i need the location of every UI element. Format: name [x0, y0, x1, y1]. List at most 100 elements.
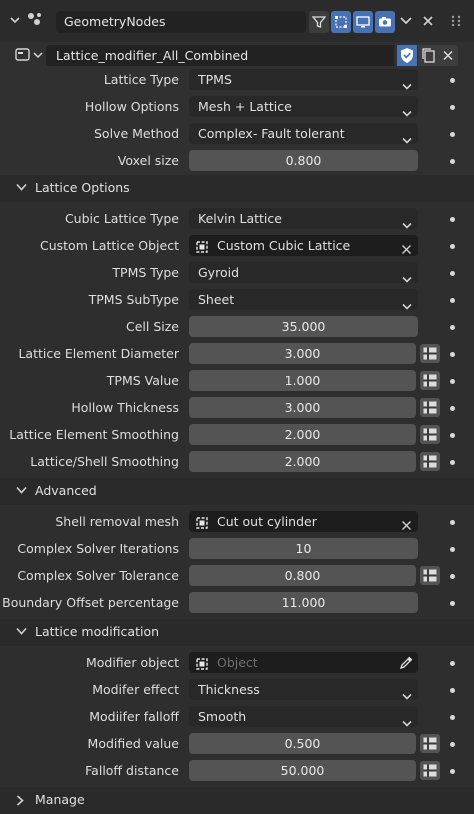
keyframe-dot[interactable]	[450, 547, 455, 552]
render-display-toggle[interactable]	[375, 11, 395, 33]
property-row-hollow-thickness: Hollow Thickness 3.000	[0, 395, 474, 422]
dropdown-chevron-icon	[402, 222, 412, 229]
input-attribute-toggle[interactable]	[420, 344, 440, 363]
dropdown-chevron-icon[interactable]	[399, 15, 413, 27]
keyframe-dot[interactable]	[450, 271, 455, 276]
property-row-cubic-lattice-type: Cubic Lattice Type Kelvin Lattice	[0, 206, 474, 233]
section-header-advanced[interactable]: Advanced	[0, 478, 474, 505]
enum-dropdown[interactable]: Smooth	[189, 706, 418, 727]
enum-dropdown[interactable]: Thickness	[189, 679, 418, 700]
keyframe-dot[interactable]	[450, 433, 455, 438]
section-header-lattice-options[interactable]: Lattice Options	[0, 175, 474, 202]
keyframe-dot[interactable]	[450, 688, 455, 693]
property-label: TPMS Value	[106, 373, 179, 388]
property-row-falloff-distance: Falloff distance 50.000	[0, 758, 474, 785]
keyframe-dot[interactable]	[450, 406, 455, 411]
object-field[interactable]: Cut out cylinder	[189, 511, 418, 532]
input-attribute-toggle[interactable]	[420, 452, 440, 471]
node-group-name-field[interactable]: Lattice_modifier_All_Combined	[46, 45, 394, 66]
shield-icon	[401, 48, 413, 63]
property-row-tpms-type: TPMS Type Gyroid	[0, 260, 474, 287]
keyframe-dot[interactable]	[450, 298, 455, 303]
input-attribute-toggle[interactable]	[420, 398, 440, 417]
number-field[interactable]: 1.000	[189, 370, 416, 391]
keyframe-dot[interactable]	[450, 574, 455, 579]
clear-button[interactable]	[401, 516, 412, 537]
number-field[interactable]: 3.000	[189, 343, 416, 364]
fake-user-button[interactable]	[397, 45, 417, 66]
number-field[interactable]: 3.000	[189, 397, 416, 418]
enum-dropdown[interactable]: Gyroid	[189, 262, 418, 283]
property-label: Cubic Lattice Type	[64, 211, 179, 226]
unlink-node-group-button[interactable]	[438, 45, 458, 66]
number-field[interactable]: 35.000	[189, 316, 418, 337]
object-name: Cut out cylinder	[217, 514, 317, 529]
keyframe-dot[interactable]	[450, 379, 455, 384]
number-field[interactable]: 2.000	[189, 424, 416, 445]
property-row-hollow-options: Hollow Options Mesh + Lattice	[0, 94, 474, 121]
keyframe-dot[interactable]	[450, 132, 455, 137]
input-attribute-toggle[interactable]	[420, 371, 440, 390]
keyframe-dot[interactable]	[450, 460, 455, 465]
property-row-lattice-element-smoothing: Lattice Element Smoothing 2.000	[0, 422, 474, 449]
number-field[interactable]: 0.800	[189, 565, 416, 586]
dropdown-chevron-icon	[402, 693, 412, 700]
keyframe-dot[interactable]	[450, 352, 455, 357]
number-field[interactable]: 0.800	[189, 150, 418, 171]
viewport-display-toggle[interactable]	[353, 11, 373, 33]
keyframe-dot[interactable]	[450, 244, 455, 249]
input-attribute-toggle[interactable]	[420, 566, 440, 585]
number-field[interactable]: 50.000	[189, 760, 416, 781]
object-icon	[196, 517, 208, 529]
number-field[interactable]: 11.000	[189, 592, 418, 613]
number-field[interactable]: 2.000	[189, 451, 416, 472]
modifier-name-field[interactable]: GeometryNodes	[56, 11, 306, 33]
keyframe-dot[interactable]	[450, 78, 455, 83]
object-field[interactable]: Custom Cubic Lattice	[189, 235, 418, 256]
editmode-display-toggle[interactable]	[331, 11, 351, 33]
keyframe-dot[interactable]	[450, 661, 455, 666]
property-row-modifer-effect: Modifer effect Thickness	[0, 677, 474, 704]
object-icon	[196, 658, 208, 670]
keyframe-dot[interactable]	[450, 520, 455, 525]
node-tree-browse-button[interactable]	[14, 45, 48, 65]
enum-dropdown[interactable]: TPMS	[189, 69, 418, 90]
input-attribute-toggle[interactable]	[420, 425, 440, 444]
modifier-header: GeometryNodes	[0, 0, 474, 42]
number-field[interactable]: 0.500	[189, 733, 416, 754]
section-header-manage[interactable]: Manage	[0, 787, 474, 814]
keyframe-dot[interactable]	[450, 105, 455, 110]
keyframe-dot[interactable]	[450, 601, 455, 606]
property-label: Cell Size	[126, 319, 179, 334]
edit-mode-toggle[interactable]	[309, 11, 329, 33]
clear-button[interactable]	[401, 240, 412, 261]
input-attribute-toggle[interactable]	[420, 734, 440, 753]
drag-handle-icon[interactable]	[450, 15, 462, 27]
dropdown-chevron-icon	[402, 303, 412, 310]
dropdown-value: Smooth	[198, 709, 247, 724]
property-label: Modifer effect	[92, 682, 179, 697]
dropdown-value: Sheet	[198, 292, 235, 307]
enum-dropdown[interactable]: Mesh + Lattice	[189, 96, 418, 117]
property-label: Custom Lattice Object	[39, 238, 179, 253]
duplicate-node-group-button[interactable]	[418, 45, 438, 66]
keyframe-dot[interactable]	[450, 715, 455, 720]
property-row-lattice-type: Lattice Type TPMS	[0, 67, 474, 94]
dropdown-chevron-icon	[402, 276, 412, 283]
keyframe-dot[interactable]	[450, 325, 455, 330]
keyframe-dot[interactable]	[450, 769, 455, 774]
number-field[interactable]: 10	[189, 538, 418, 559]
object-field[interactable]: Object	[189, 652, 418, 673]
enum-dropdown[interactable]: Sheet	[189, 289, 418, 310]
enum-dropdown[interactable]: Kelvin Lattice	[189, 208, 418, 229]
section-header-lattice-modification[interactable]: Lattice modification	[0, 619, 474, 646]
collapse-chevron-icon[interactable]	[9, 14, 21, 26]
keyframe-dot[interactable]	[450, 217, 455, 222]
eyedropper-button[interactable]	[399, 655, 414, 676]
input-attribute-toggle[interactable]	[420, 761, 440, 780]
close-icon[interactable]	[421, 14, 435, 28]
keyframe-dot[interactable]	[450, 742, 455, 747]
keyframe-dot[interactable]	[450, 159, 455, 164]
enum-dropdown[interactable]: Complex- Fault tolerant	[189, 123, 418, 144]
property-row-lattice-shell-smoothing: Lattice/Shell Smoothing 2.000	[0, 449, 474, 476]
